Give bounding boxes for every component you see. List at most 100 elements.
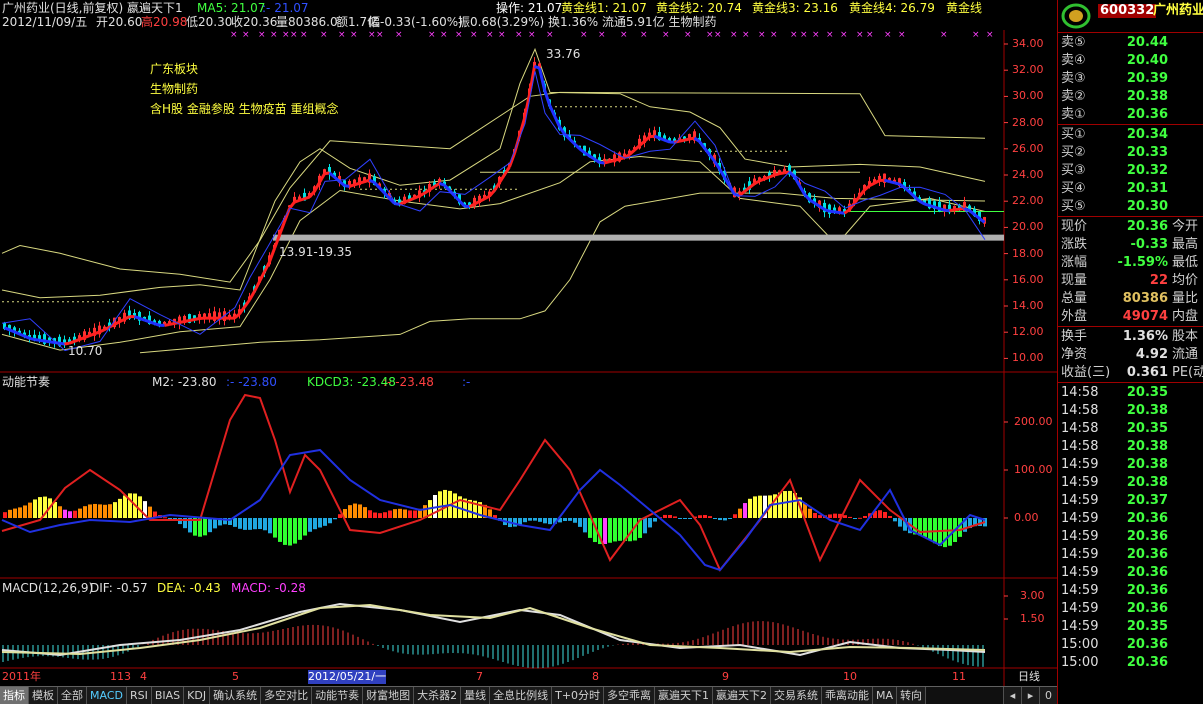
bid-row: 买③ 20.32 <box>1058 162 1203 180</box>
tab-21[interactable]: 转向 <box>897 687 927 704</box>
signal-x-marker: × <box>706 30 714 40</box>
stat-row: 现量 22 均价 <box>1058 272 1203 290</box>
momentum-bar <box>843 515 847 518</box>
tab-15[interactable]: 多空乖离 <box>604 687 656 704</box>
momentum-bar <box>758 495 762 518</box>
tab-10[interactable]: 财富地图 <box>363 687 415 704</box>
ma-trend-segment <box>663 138 671 144</box>
ma-trend-segment <box>939 207 945 212</box>
tick-price: 20.36 <box>1126 511 1168 526</box>
quote-row-label-2: 内盘 <box>1172 309 1199 324</box>
macd-tick-label: 1.50 <box>1020 612 1045 625</box>
momentum-bar <box>28 502 32 518</box>
quote-row-label: 买② <box>1061 145 1086 160</box>
ma-trend-segment <box>413 194 421 200</box>
tab-14[interactable]: T+0分时 <box>552 687 605 704</box>
tab-7[interactable]: 确认系统 <box>210 687 262 704</box>
signal-x-marker: × <box>486 30 494 40</box>
tick-time: 15:00 <box>1061 637 1099 652</box>
signal-x-marker: × <box>376 30 384 40</box>
signal-x-marker: × <box>800 30 808 40</box>
tab-3[interactable]: MACD <box>87 687 127 704</box>
tab-12[interactable]: 量线 <box>461 687 491 704</box>
tab-16[interactable]: 嬴遍天下1 <box>655 687 714 704</box>
tab-6[interactable]: KDJ <box>184 687 211 704</box>
quote-row-label: 外盘 <box>1061 309 1088 324</box>
tab-0[interactable]: 指标 <box>0 687 29 704</box>
momentum-bar <box>203 518 207 536</box>
peak-label: 33.76 <box>546 47 581 61</box>
ma-trend-segment <box>858 189 866 198</box>
momentum-bar <box>123 495 127 518</box>
ma-trend-segment <box>149 320 155 325</box>
momentum-bar <box>148 506 152 518</box>
quote-row-label-2: 均价 <box>1172 273 1199 288</box>
momentum-bar <box>663 514 667 518</box>
concepts-label: 含H股 金融参股 生物疫苗 重组概念 <box>150 102 339 116</box>
ma-trend-segment <box>164 322 170 327</box>
tick-row: 14:58 20.38 <box>1058 402 1203 420</box>
signal-x-marker: × <box>856 30 864 40</box>
tick-time: 14:58 <box>1061 403 1099 418</box>
time-tick-label: 8 <box>592 670 599 683</box>
ma-trend-segment <box>294 198 300 204</box>
tab-zero-button[interactable]: 0 <box>1039 687 1057 704</box>
momentum-bar <box>828 514 832 518</box>
low-label: 10.70 <box>68 344 103 358</box>
quote-row-value: 20.36 <box>1126 219 1168 234</box>
ask-row: 卖③ 20.39 <box>1058 70 1203 88</box>
indicator1-name: 动能节奏 <box>2 375 51 389</box>
ma-trend-segment <box>44 339 50 344</box>
ma-trend-segment <box>954 207 960 212</box>
tab-5[interactable]: BIAS <box>151 687 185 704</box>
ma-trend-segment <box>894 181 900 186</box>
tab-2[interactable]: 全部 <box>58 687 87 704</box>
momentum-bar <box>23 505 27 518</box>
period-label[interactable]: 日线 <box>1018 670 1040 684</box>
momentum-bar <box>413 510 417 518</box>
quote-row-label: 卖② <box>1061 89 1086 104</box>
momentum-bar <box>653 518 657 522</box>
signal-x-marker: × <box>714 30 722 40</box>
momentum-bar <box>373 512 377 518</box>
tick-time: 14:59 <box>1061 475 1099 490</box>
tick-price: 20.38 <box>1126 439 1168 454</box>
momentum-bar <box>268 518 272 534</box>
signal-x-marker: × <box>770 30 778 40</box>
gold-line-4: 黄金线4: 26.79 <box>849 1 935 15</box>
momentum-bar <box>813 512 817 518</box>
tab-scroll-right-icon[interactable]: ▸ <box>1021 687 1039 704</box>
momentum-bar <box>108 504 112 518</box>
ma-trend-segment <box>49 340 55 344</box>
tick-time: 14:59 <box>1061 511 1099 526</box>
ma-trend-segment <box>538 67 546 91</box>
tab-8[interactable]: 多空对比 <box>261 687 313 704</box>
ma-trend-segment <box>29 336 35 341</box>
signal-x-marker: × <box>320 30 328 40</box>
momentum-bar <box>648 518 652 528</box>
bar-rest: 振0.68(3.29%) 换1.36% 流通5.91亿 生物制药 <box>458 15 717 29</box>
ma-trend-segment <box>534 64 540 70</box>
price-tick-label: 18.00 <box>1012 246 1044 260</box>
tab-17[interactable]: 嬴遍天下2 <box>713 687 772 704</box>
ma-trend-segment <box>93 330 101 336</box>
ma-trend-segment <box>238 306 246 315</box>
tab-11[interactable]: 大杀器2 <box>414 687 462 704</box>
tab-4[interactable]: RSI <box>126 687 152 704</box>
momentum-bar <box>703 514 707 518</box>
tab-18[interactable]: 交易系统 <box>771 687 823 704</box>
signal-x-marker: × <box>662 30 670 40</box>
tab-9[interactable]: 动能节奏 <box>312 687 364 704</box>
tab-scroll-left-icon[interactable]: ◂ <box>1003 687 1021 704</box>
ma-trend-segment <box>614 157 620 162</box>
quote-panel: 600332 广州药业 卖⑤ 20.44 卖④ 20.40 卖③ 20.39 卖② 20.38… <box>1057 0 1203 704</box>
tab-19[interactable]: 乖离动能 <box>822 687 874 704</box>
tick-time: 14:59 <box>1061 547 1099 562</box>
tab-13[interactable]: 全息比例线 <box>490 687 553 704</box>
momentum-bar <box>438 491 442 518</box>
tab-20[interactable]: MA <box>873 687 898 704</box>
momentum-bar <box>278 518 282 542</box>
momentum-bar <box>53 501 57 518</box>
tab-1[interactable]: 模板 <box>29 687 58 704</box>
kdcd3-dash-value: :- -23.48 <box>383 375 434 389</box>
